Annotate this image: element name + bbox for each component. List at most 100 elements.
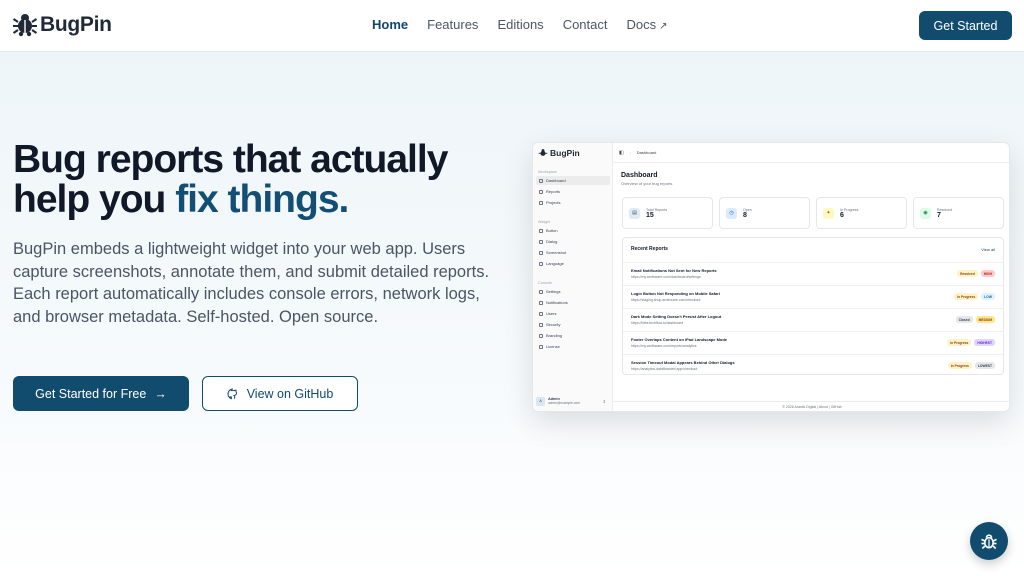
report-title: Login Button Not Responding on Mobile Sa…: [631, 291, 720, 296]
sidebar-item-label: Branding: [546, 333, 563, 338]
list-item: Login Button Not Responding on Mobile Sa…: [623, 285, 1003, 308]
priority-badge: LOW: [981, 293, 995, 300]
get-started-free-label: Get Started for Free: [35, 386, 147, 401]
sidebar-item-language: Language: [536, 259, 610, 268]
sidebar-item-label: Screenshot: [546, 250, 567, 255]
stat-value: 8: [743, 211, 747, 219]
priority-badge: MEDIUM: [975, 316, 995, 323]
arrow-right-icon: →: [154, 386, 167, 401]
list-item: Session Timeout Modal Appears Behind Oth…: [623, 354, 1003, 377]
sidebar-item-dialog: Dialog: [536, 237, 610, 246]
sidebar-group-widget: Widget: [538, 220, 550, 224]
check-circle-icon: ◉: [920, 207, 931, 219]
report-tags: In Progress HIGHEST: [947, 339, 995, 346]
sidebar-item-button: Button: [536, 226, 610, 235]
report-title: Session Timeout Modal Appears Behind Oth…: [631, 360, 735, 365]
folder-icon: [539, 200, 543, 205]
stat-value: 7: [937, 211, 941, 219]
preview-user-menu: A Admin admin@example.com ⇕: [536, 395, 610, 407]
report-url: https://my.arnthware.com/reports/analyti…: [631, 344, 697, 348]
dashboard-icon: [539, 178, 543, 183]
chevron-updown-icon: ⇕: [602, 398, 606, 404]
sidebar-item-screenshot: Screenshot: [536, 248, 610, 257]
bug-logo-icon: [538, 149, 548, 156]
get-started-button[interactable]: Get Started: [919, 11, 1012, 40]
button-icon: [539, 228, 543, 233]
sidebar-item-label: License: [546, 344, 560, 349]
preview-page-subtitle: Overview of your bug reports: [621, 181, 673, 186]
view-all-link: View all: [981, 247, 995, 252]
stat-label: Resolved: [937, 207, 952, 212]
clock-icon: ◷: [726, 207, 737, 219]
sidebar-item-label: Reports: [546, 189, 561, 194]
get-started-free-button[interactable]: Get Started for Free →: [13, 376, 189, 411]
sidebar-item-license: License: [536, 342, 610, 351]
gear-icon: [539, 289, 543, 294]
report-tags: Closed MEDIUM: [955, 316, 995, 323]
sidebar-toggle-icon: ◧: [619, 149, 624, 156]
list-item: Email Notifications Not Sent for New Rep…: [623, 262, 1003, 285]
preview-topbar: ◧ | Dashboard: [613, 143, 1009, 163]
stat-card-total: ▤ Total Reports 15: [622, 197, 713, 229]
stat-label: In Progress: [840, 207, 859, 212]
recent-reports-list: Email Notifications Not Sent for New Rep…: [623, 262, 1003, 377]
hero-title-line1: Bug reports that actually: [13, 138, 448, 181]
sidebar-item-label: Users: [546, 311, 557, 316]
preview-sidebar: BugPin Workspace Dashboard Reports Proje…: [533, 143, 613, 411]
nav-link-contact[interactable]: Contact: [563, 17, 608, 32]
status-badge: In Progress: [954, 293, 979, 300]
sidebar-item-label: Button: [546, 228, 558, 233]
preview-footer: © 2026 Arantic Digital | About | GitHub: [613, 401, 1009, 411]
main-nav: Home Features Editions Contact Docs ↗: [372, 17, 668, 32]
hero-description: BugPin embeds a lightweight widget into …: [13, 240, 490, 326]
preview-main: ◧ | Dashboard Dashboard Overview of your…: [613, 143, 1009, 411]
sidebar-item-label: Dialog: [546, 239, 558, 244]
sidebar-item-dashboard: Dashboard: [536, 176, 610, 185]
nav-link-home[interactable]: Home: [372, 17, 408, 32]
nav-link-editions[interactable]: Editions: [497, 17, 543, 32]
external-link-icon: ↗: [659, 21, 668, 32]
view-on-github-label: View on GitHub: [246, 386, 334, 401]
bug-logo-icon: [12, 14, 38, 37]
sidebar-item-label: Language: [546, 261, 564, 266]
preview-page-title: Dashboard: [621, 172, 658, 179]
github-icon: [227, 388, 237, 399]
sidebar-item-label: Projects: [546, 200, 561, 205]
key-icon: [539, 344, 543, 349]
nav-link-docs[interactable]: Docs ↗: [627, 17, 668, 32]
top-navigation: BugPin Home Features Editions Contact Do…: [0, 0, 1024, 52]
sidebar-item-reports: Reports: [536, 187, 610, 196]
language-icon: [539, 261, 543, 266]
view-on-github-button[interactable]: View on GitHub: [202, 376, 358, 411]
preview-brand-name: BugPin: [550, 148, 580, 158]
divider: |: [629, 150, 631, 155]
sidebar-item-branding: Branding: [536, 331, 610, 340]
hero-title-accent: fix things.: [175, 178, 349, 221]
bug-icon: [981, 534, 997, 550]
priority-badge: HIGHEST: [974, 339, 995, 346]
report-title: Dark Mode Setting Doesn't Persist After …: [631, 314, 722, 319]
user-email: admin@example.com: [548, 401, 580, 405]
users-icon: [539, 311, 543, 316]
list-item: Footer Overlaps Content on iPad Landscap…: [623, 331, 1003, 354]
reports-icon: [539, 189, 543, 194]
hero-section: Bug reports that actually help you fix t…: [0, 52, 1024, 576]
report-url: https://staging.shop.arnthware.com/check…: [631, 298, 701, 302]
report-tags: Resolved HIGH: [957, 270, 995, 277]
sidebar-group-workspace: Workspace: [538, 170, 557, 174]
report-title: Email Notifications Not Sent for New Rep…: [631, 268, 717, 273]
sidebar-item-notifications: Notifications: [536, 298, 610, 307]
document-icon: ▤: [629, 207, 640, 219]
report-url: https://analytics.dataflowweb.app/checko…: [631, 367, 698, 371]
brand-logo-link[interactable]: BugPin: [12, 11, 112, 39]
report-url: https://my.arnthware.com/dashboard/setti…: [631, 275, 701, 279]
stat-value: 15: [646, 211, 654, 219]
sidebar-item-security: Security: [536, 320, 610, 329]
avatar: A: [536, 396, 545, 406]
bug-report-widget-button[interactable]: [970, 522, 1008, 560]
hero-title-line2: help you: [13, 178, 176, 221]
brand-name: BugPin: [40, 13, 112, 36]
nav-link-features[interactable]: Features: [427, 17, 478, 32]
sidebar-item-users: Users: [536, 309, 610, 318]
status-badge: Closed: [955, 316, 973, 323]
